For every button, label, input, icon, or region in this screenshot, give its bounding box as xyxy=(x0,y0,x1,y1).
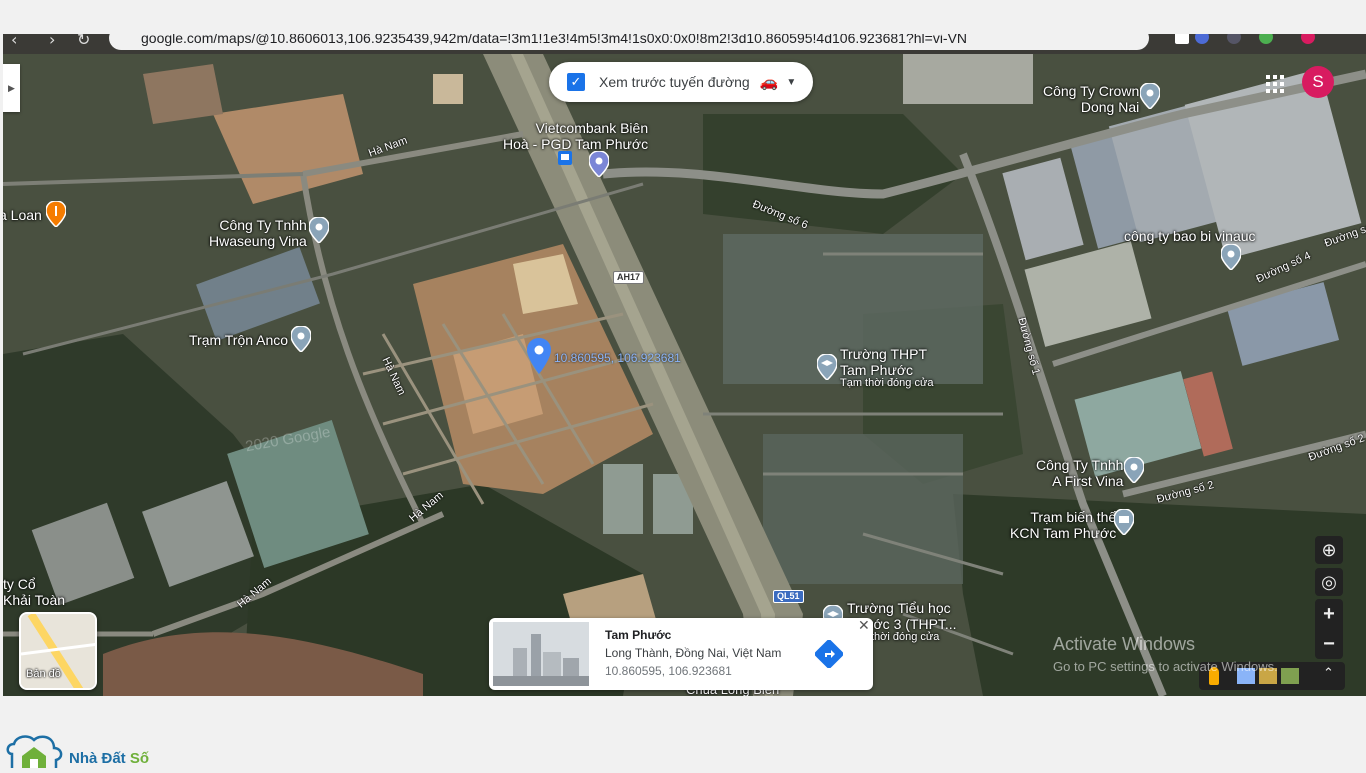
map-layer-label: Bản đồ xyxy=(26,668,61,680)
checkbox-checked-icon[interactable]: ✓ xyxy=(567,73,585,91)
forward-icon[interactable]: › xyxy=(49,34,55,49)
extension-icon[interactable] xyxy=(1259,34,1273,44)
zoom-in-button[interactable]: + xyxy=(1315,599,1343,629)
place-pin-icon[interactable] xyxy=(291,326,311,352)
route-preview-toggle[interactable]: ✓ Xem trước tuyến đường 🚗 ▼ xyxy=(549,62,813,102)
pin-coordinates-label: 10.860595, 106.923681 xyxy=(554,351,681,365)
extension-icon[interactable] xyxy=(1195,34,1209,44)
place-label-tram-bien-the[interactable]: Trạm biến thế KCN Tam Phước xyxy=(1010,509,1116,541)
zoom-controls: + − xyxy=(1315,599,1343,659)
place-label-vinauc[interactable]: công ty bao bi vinauc xyxy=(1124,228,1256,244)
place-address: Long Thành, Đồng Nai, Việt Nam xyxy=(605,646,782,660)
place-status-tieu-hoc: thời đóng cửa xyxy=(871,631,940,643)
place-label-first-vina[interactable]: Công Ty Tnhh A First Vina xyxy=(1036,457,1123,489)
place-thumbnail[interactable] xyxy=(493,622,589,686)
map-layer-switcher[interactable]: Bản đồ xyxy=(19,612,97,690)
apps-grid-icon[interactable] xyxy=(1265,74,1285,94)
globe-icon[interactable]: ⊕ xyxy=(1315,536,1343,564)
route-preview-label: Xem trước tuyến đường xyxy=(599,74,750,90)
place-label-vietcombank[interactable]: Vietcombank Biên Hoà - PGD Tam Phước xyxy=(503,120,648,152)
account-avatar[interactable]: S xyxy=(1302,66,1334,98)
site-logo: Nhà Đất Số xyxy=(6,734,166,768)
school-pin-icon[interactable] xyxy=(817,354,837,380)
chevron-down-icon[interactable]: ▼ xyxy=(786,77,796,88)
place-pin-icon[interactable] xyxy=(309,217,329,243)
place-status-thpt: Tạm thời đóng cửa xyxy=(840,377,934,389)
bus-stop-icon[interactable] xyxy=(558,151,572,165)
car-icon: 🚗 xyxy=(759,74,779,91)
place-label-khai-toan[interactable]: ty Cổ Khải Toàn xyxy=(3,576,65,608)
place-label-loan[interactable]: a Loan xyxy=(3,207,42,223)
place-name: Tam Phước xyxy=(605,628,672,642)
activation-subtitle: Go to PC settings to activate Windows. xyxy=(1053,659,1278,674)
place-label-crown[interactable]: Công Ty Crown Dong Nai xyxy=(1043,83,1139,115)
bank-pin-icon[interactable] xyxy=(589,151,609,177)
close-icon[interactable]: ✕ xyxy=(858,618,870,634)
directions-icon[interactable] xyxy=(815,640,843,668)
expand-up-icon[interactable]: ⌃ xyxy=(1323,665,1334,681)
dropped-pin-icon[interactable] xyxy=(527,338,551,374)
government-pin-icon[interactable] xyxy=(1114,509,1134,535)
back-icon[interactable]: ‹ xyxy=(11,34,17,49)
site-logo-text: Nhà Đất Số xyxy=(69,750,150,767)
extension-icon[interactable] xyxy=(1227,34,1241,44)
road-shield-ah17: AH17 xyxy=(613,271,645,284)
activation-title: Activate Windows xyxy=(1053,634,1196,654)
place-pin-icon[interactable] xyxy=(1221,244,1241,270)
windows-activation-notice: Activate Windows Go to PC settings to ac… xyxy=(1053,634,1278,674)
place-coordinates: 10.860595, 106.923681 xyxy=(605,664,732,678)
side-panel-toggle[interactable]: ▶ xyxy=(3,64,20,112)
place-info-card[interactable]: Tam Phước Long Thành, Đồng Nai, Việt Nam… xyxy=(489,618,873,690)
my-location-icon[interactable]: ◎ xyxy=(1315,568,1343,596)
satellite-map[interactable]: ▶ ✓ Xem trước tuyến đường 🚗 ▼ S Vietcomb… xyxy=(3,54,1366,696)
reload-icon[interactable]: ↻ xyxy=(77,34,90,49)
place-label-thpt[interactable]: Trường THPT Tam Phước xyxy=(840,346,927,378)
zoom-out-button[interactable]: − xyxy=(1315,629,1343,659)
place-label-anco[interactable]: Trạm Trộn Anco xyxy=(189,332,288,348)
place-label-hwaseung[interactable]: Công Ty Tnhh Hwaseung Vina xyxy=(209,217,307,249)
satellite-imagery xyxy=(3,54,1366,696)
place-pin-icon[interactable] xyxy=(1140,83,1160,109)
street-view-thumbnail-icon xyxy=(493,622,589,686)
extension-icon[interactable] xyxy=(1175,34,1189,44)
place-pin-icon[interactable] xyxy=(1124,457,1144,483)
profile-icon[interactable] xyxy=(1301,34,1315,44)
road-shield-ql51: QL51 xyxy=(773,590,804,603)
imagery-thumbnail-icon[interactable] xyxy=(1281,668,1299,684)
restaurant-pin-icon[interactable] xyxy=(46,201,66,227)
address-bar[interactable]: google.com/maps/@10.8606013,106.9235439,… xyxy=(109,34,1149,50)
browser-toolbar: ‹ › ↻ google.com/maps/@10.8606013,106.92… xyxy=(3,34,1366,54)
house-cloud-logo-icon xyxy=(6,735,63,768)
